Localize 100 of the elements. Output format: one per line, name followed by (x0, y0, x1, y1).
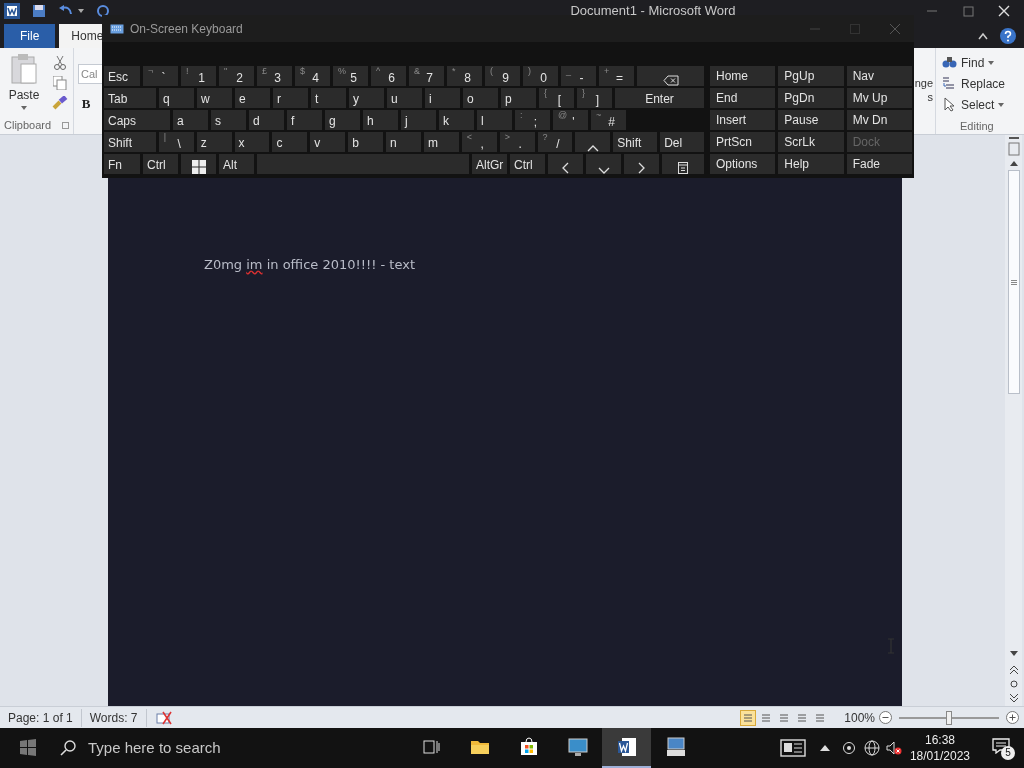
keyboard-key[interactable]: Nav (846, 66, 912, 86)
keyboard-key[interactable]: q (159, 88, 194, 108)
keyboard-key[interactable]: } ] (577, 88, 612, 108)
keyboard-key[interactable]: d (249, 110, 284, 130)
scroll-thumb[interactable] (1007, 170, 1020, 394)
change-styles-label[interactable]: nge (914, 76, 933, 90)
keyboard-key[interactable]: Pause (778, 110, 844, 130)
keyboard-key[interactable]: o (463, 88, 498, 108)
proofing-icon[interactable] (154, 710, 173, 725)
keyboard-key[interactable]: i (425, 88, 460, 108)
vertical-scrollbar[interactable] (1005, 135, 1022, 706)
keyboard-key[interactable]: ~ # (591, 110, 626, 130)
keyboard-key[interactable]: < , (461, 132, 497, 152)
keyboard-key[interactable]: Enter (615, 88, 704, 108)
zoom-in-icon[interactable] (1006, 711, 1019, 724)
keyboard-key[interactable]: * 8 (447, 66, 482, 86)
keyboard-key[interactable]: | \ (158, 132, 194, 152)
keyboard-key[interactable]: f (287, 110, 322, 130)
keyboard-key[interactable]: > . (499, 132, 535, 152)
keyboard-key[interactable]: Shift (613, 132, 658, 152)
keyboard-key[interactable]: Alt (219, 154, 254, 174)
keyboard-key[interactable]: c (272, 132, 308, 152)
keyboard-key[interactable]: & 7 (409, 66, 444, 86)
keyboard-key[interactable]: ! 1 (181, 66, 216, 86)
ribbon-tab[interactable]: File (4, 24, 56, 48)
keyboard-key[interactable]: { [ (539, 88, 574, 108)
keyboard-key[interactable]: Ctrl (143, 154, 178, 174)
page-count[interactable]: Page: 1 of 1 (0, 708, 82, 727)
keyboard-key[interactable]: £ 3 (257, 66, 292, 86)
camera-icon[interactable] (841, 741, 856, 755)
save-icon[interactable] (32, 4, 46, 18)
taskbar-app-button[interactable] (602, 728, 651, 768)
keyboard-key[interactable]: g (325, 110, 360, 130)
keyboard-key[interactable]: Del (660, 132, 704, 152)
keyboard-key[interactable]: Fn (104, 154, 140, 174)
keyboard-key[interactable]: ¬ ` (143, 66, 178, 86)
clock-time[interactable]: 16:38 (924, 732, 955, 748)
keyboard-key[interactable]: w (197, 88, 232, 108)
scissors-icon[interactable] (54, 56, 66, 70)
keyboard-key[interactable]: p (501, 88, 536, 108)
keyboard-key[interactable]: ^ 6 (371, 66, 406, 86)
keyboard-key[interactable]: h (363, 110, 398, 130)
keyboard-key[interactable]: n (386, 132, 421, 152)
keyboard-key[interactable]: s (211, 110, 246, 130)
speaker-muted-icon[interactable] (885, 741, 902, 755)
keyboard-key[interactable]: t (311, 88, 346, 108)
keyboard-key[interactable]: Home (710, 66, 776, 86)
keyboard-key[interactable]: z (196, 132, 232, 152)
keyboard-key[interactable]: j (401, 110, 436, 130)
zoom-level[interactable]: 100% (844, 708, 875, 727)
keyboard-key[interactable]: Mv Up (846, 88, 912, 108)
redo-icon[interactable] (96, 4, 110, 18)
keyboard-key[interactable]: Help (778, 154, 844, 174)
keyboard-key[interactable]: ( 9 (485, 66, 520, 86)
news-icon[interactable] (779, 739, 806, 757)
zoom-out-icon[interactable] (879, 711, 892, 724)
globe-icon[interactable] (863, 740, 880, 756)
keyboard-key[interactable]: Shift (104, 132, 156, 152)
notification-icon[interactable] (992, 738, 1010, 754)
maximize-icon[interactable] (962, 5, 974, 17)
keyboard-key[interactable]: " 2 (219, 66, 254, 86)
keyboard-key[interactable]: y (349, 88, 384, 108)
keyboard-key[interactable]: Ctrl (510, 154, 545, 174)
collapse-ribbon-icon[interactable] (978, 32, 988, 40)
keyboard-key[interactable]: Tab (104, 88, 156, 108)
keyboard-key[interactable]: PrtScn (710, 132, 776, 152)
keyboard-key[interactable]: e (235, 88, 270, 108)
keyboard-key[interactable]: @ ' (553, 110, 588, 130)
keyboard-key[interactable]: Esc (104, 66, 140, 86)
keyboard-key[interactable]: _ - (561, 66, 596, 86)
keyboard-key[interactable]: Caps (104, 110, 170, 130)
keyboard-key[interactable]: a (173, 110, 208, 130)
keyboard-key[interactable]: v (310, 132, 346, 152)
help-icon[interactable] (1000, 28, 1016, 44)
clock-date[interactable]: 18/01/2023 (909, 748, 970, 764)
dialog-launcher-icon[interactable] (62, 121, 69, 129)
keyboard-key[interactable] (181, 154, 216, 174)
keyboard-key[interactable]: PgDn (778, 88, 844, 108)
copy-icon[interactable] (53, 76, 67, 90)
keyboard-key[interactable]: r (273, 88, 308, 108)
keyboard-key[interactable]: l (477, 110, 512, 130)
caret-icon[interactable] (78, 9, 84, 13)
search-field[interactable]: Type here to search (88, 736, 348, 760)
keyboard-key[interactable]: ? / (537, 132, 573, 152)
keyboard-key[interactable]: : ; (515, 110, 550, 130)
change-styles-label[interactable]: s (927, 90, 933, 104)
editing-command[interactable]: Replace (942, 73, 1012, 95)
keyboard-key[interactable]: k (439, 110, 474, 130)
keyboard-key[interactable]: Fade (846, 154, 912, 174)
editing-command[interactable]: Select (942, 94, 1012, 116)
paintbrush-icon[interactable] (52, 96, 68, 110)
word-count[interactable]: Words: 7 (81, 708, 147, 727)
keyboard-key[interactable]: Options (710, 154, 776, 174)
keyboard-key[interactable]: x (234, 132, 270, 152)
keyboard-key[interactable]: m (423, 132, 459, 152)
keyboard-key[interactable]: AltGr (472, 154, 507, 174)
start-icon[interactable] (18, 738, 38, 758)
slider-thumb[interactable] (946, 710, 952, 725)
keyboard-key[interactable]: % 5 (333, 66, 368, 86)
keyboard-key[interactable]: u (387, 88, 422, 108)
